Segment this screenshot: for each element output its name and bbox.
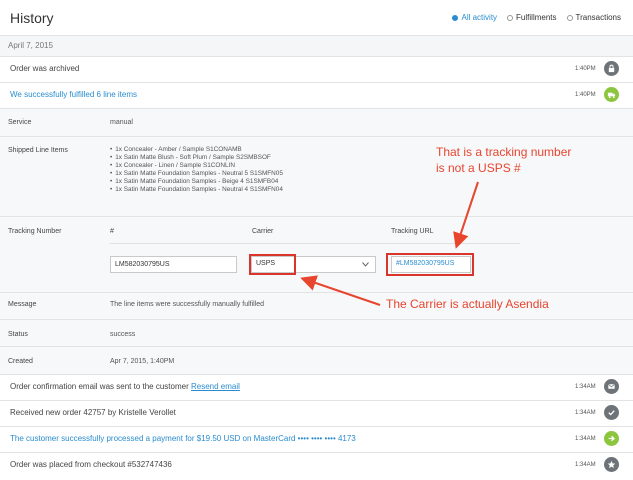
event-payment-link[interactable]: The customer successfully processed a pa… — [10, 434, 356, 443]
event-time: 1:34AM — [575, 436, 596, 442]
arrow-to-carrier — [300, 275, 381, 306]
event-time: 1:34AM — [575, 462, 596, 468]
star-icon — [604, 457, 619, 472]
event-email-text: Order confirmation email was sent to the… — [10, 382, 240, 391]
arrow-right-icon — [604, 431, 619, 446]
event-time: 1:34AM — [575, 410, 596, 416]
event-time: 1:34AM — [575, 384, 596, 390]
divider — [0, 426, 633, 427]
divider — [0, 452, 633, 453]
check-icon — [604, 405, 619, 420]
divider — [0, 400, 633, 401]
resend-email-link[interactable]: Resend email — [191, 382, 240, 391]
arrow-to-tracking-url — [453, 181, 479, 249]
event-placed-text: Order was placed from checkout #53274743… — [10, 460, 172, 469]
envelope-icon — [604, 379, 619, 394]
event-new-order-text: Received new order 42757 by Kristelle Ve… — [10, 408, 176, 417]
